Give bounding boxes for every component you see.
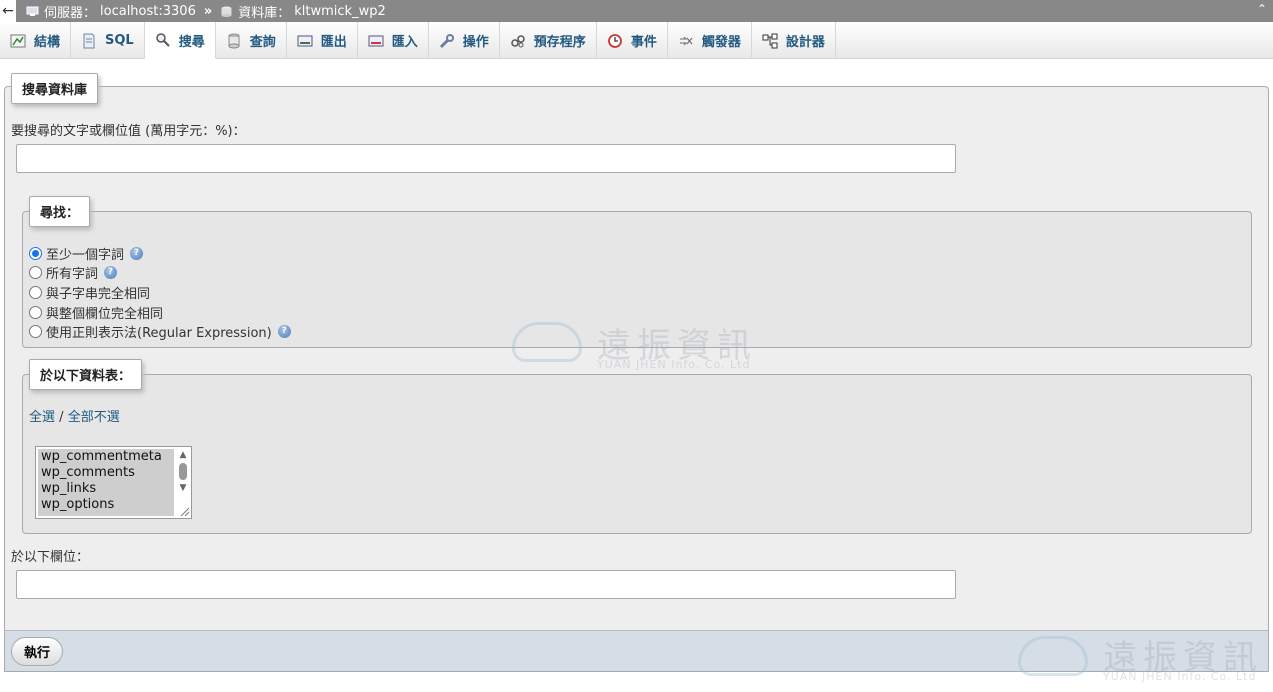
server-value[interactable]: localhost:3306	[100, 4, 196, 19]
find-option-all-words[interactable]: 所有字詞 ?	[29, 263, 118, 282]
breadcrumb-bar: ← 伺服器： localhost:3306 » 資料庫： kltwmick_wp…	[0, 0, 1273, 22]
database-icon	[221, 6, 232, 17]
radio-any-word[interactable]	[29, 247, 42, 260]
find-option-exact-phrase[interactable]: 與子字串完全相同	[29, 283, 150, 302]
clock-icon	[607, 33, 622, 48]
list-item[interactable]: wp_commentmeta	[38, 449, 174, 465]
form-legend: 搜尋資料庫	[11, 73, 99, 104]
tables-options: wp_commentmeta wp_comments wp_links wp_o…	[38, 449, 174, 516]
tab-triggers[interactable]: 觸發器	[668, 22, 752, 59]
column-label: 於以下欄位：	[11, 550, 90, 565]
watermark-logo-icon	[1018, 636, 1088, 676]
radio-regexp[interactable]	[29, 325, 42, 338]
back-arrow-icon[interactable]: ←	[0, 0, 16, 22]
column-input[interactable]	[16, 570, 956, 599]
tab-import[interactable]: 匯入	[358, 22, 429, 59]
list-item[interactable]: wp_options	[38, 497, 174, 513]
select-links: 全選 / 全部不選	[29, 406, 120, 425]
select-divider: /	[59, 410, 64, 425]
help-icon[interactable]: ?	[104, 266, 118, 279]
find-option-exact-match[interactable]: 與整個欄位完全相同	[29, 303, 163, 322]
tab-events[interactable]: 事件	[597, 22, 668, 59]
tables-listbox[interactable]: wp_commentmeta wp_comments wp_links wp_o…	[35, 446, 192, 519]
tables-fieldset	[22, 374, 1252, 534]
export-icon	[297, 35, 313, 46]
search-label: 要搜尋的文字或欄位值 (萬用字元：%)：	[11, 124, 246, 139]
find-legend: 尋找：	[29, 196, 91, 227]
search-icon	[155, 33, 170, 47]
find-option-regexp[interactable]: 使用正則表示法(Regular Expression) ?	[29, 322, 291, 341]
search-input[interactable]	[16, 144, 956, 173]
list-item[interactable]: wp_links	[38, 481, 174, 497]
db-label: 資料庫：	[238, 5, 291, 21]
scroll-up-icon[interactable]: ▲	[177, 449, 189, 461]
sql-icon	[83, 33, 95, 48]
scroll-thumb[interactable]	[179, 463, 187, 480]
tables-legend: 於以下資料表：	[29, 359, 143, 390]
help-icon[interactable]: ?	[130, 247, 144, 260]
tab-export[interactable]: 匯出	[287, 22, 358, 59]
help-icon[interactable]: ?	[277, 325, 291, 338]
query-icon	[228, 33, 240, 48]
radio-exact-phrase[interactable]	[29, 286, 42, 299]
triggers-icon	[679, 36, 693, 45]
tab-sql[interactable]: SQL	[71, 22, 145, 59]
scroll-down-icon[interactable]: ▼	[177, 482, 189, 494]
designer-icon	[762, 33, 778, 48]
tab-routines[interactable]: 預存程序	[500, 22, 597, 59]
search-form: 搜尋資料庫 要搜尋的文字或欄位值 (萬用字元：%)： 尋找： 至少一個字詞 ? …	[4, 73, 1269, 630]
radio-all-words[interactable]	[29, 266, 42, 279]
tab-search[interactable]: 搜尋	[144, 22, 216, 59]
resize-grip-icon[interactable]	[178, 505, 190, 517]
server-label: 伺服器：	[44, 5, 97, 21]
wrench-icon	[439, 33, 454, 48]
watermark-logo-icon	[512, 322, 582, 362]
routines-icon	[511, 34, 525, 47]
tab-operations[interactable]: 操作	[429, 22, 500, 59]
tab-designer[interactable]: 設計器	[752, 22, 836, 59]
tab-bar: 結構 SQL 搜尋 查詢 匯出 匯入 操作 預存程序 事件 觸發器 設計器	[0, 22, 1273, 59]
tab-query[interactable]: 查詢	[216, 22, 287, 59]
go-button[interactable]: 執行	[11, 637, 64, 666]
structure-icon	[10, 34, 26, 47]
db-value[interactable]: kltwmick_wp2	[294, 4, 385, 19]
find-option-any-word[interactable]: 至少一個字詞 ?	[29, 244, 144, 263]
breadcrumb-database[interactable]: 資料庫： kltwmick_wp2	[220, 2, 386, 21]
import-icon	[368, 35, 384, 46]
tab-structure[interactable]: 結構	[0, 22, 72, 59]
radio-exact-match[interactable]	[29, 306, 42, 319]
list-item[interactable]: wp_comments	[38, 465, 174, 481]
breadcrumb-separator: »	[203, 3, 213, 19]
server-icon	[26, 6, 39, 16]
select-all-link[interactable]: 全選	[29, 410, 55, 425]
collapse-icon[interactable]: ⌃	[1257, 2, 1267, 16]
breadcrumb-server[interactable]: 伺服器： localhost:3306	[26, 2, 196, 21]
unselect-all-link[interactable]: 全部不選	[68, 410, 120, 425]
